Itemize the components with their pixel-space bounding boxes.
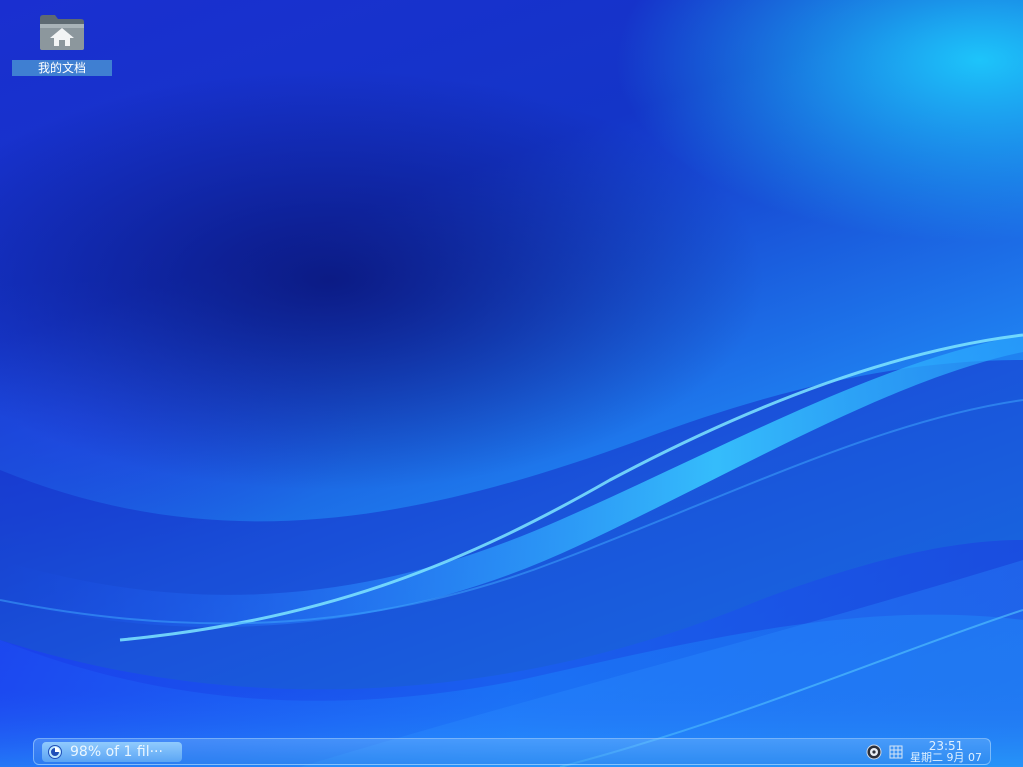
keyboard-icon[interactable] (888, 744, 904, 760)
desktop-icon-label: 我的文档 (12, 60, 112, 76)
clock-date: 星期二 9月 07 (910, 751, 982, 764)
wallpaper (0, 333, 1023, 767)
disc-icon[interactable] (866, 744, 882, 760)
taskbar-panel: 98% of 1 fil··· 23:51 星期二 9月 07 (33, 738, 991, 765)
task-button-file-transfer[interactable]: 98% of 1 fil··· (42, 742, 182, 762)
progress-pie-icon (48, 745, 62, 759)
home-folder-icon (40, 15, 84, 50)
clock[interactable]: 23:51 星期二 9月 07 (906, 740, 986, 764)
desktop[interactable]: 我的文档 98% of 1 fil··· 23:51 星期二 9月 07 (0, 0, 1023, 767)
desktop-icon-my-documents[interactable]: 我的文档 (12, 12, 112, 76)
task-label: 98% of 1 fil··· (70, 744, 163, 760)
